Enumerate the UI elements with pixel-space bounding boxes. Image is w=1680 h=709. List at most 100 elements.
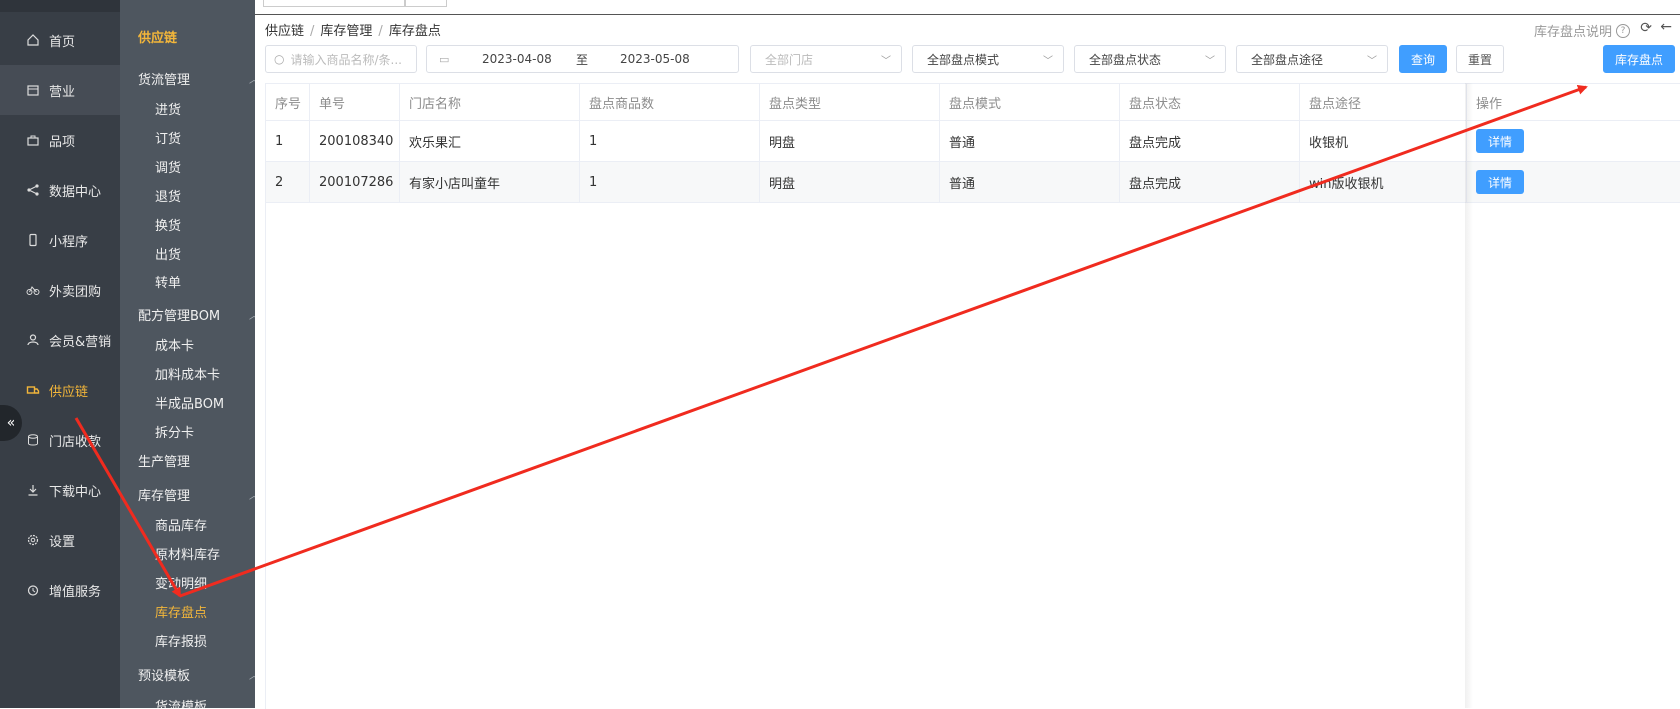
date-start[interactable]: 2023-04-08 <box>482 52 552 66</box>
column-header: 操作 <box>1476 96 1503 112</box>
truck-icon <box>25 382 41 398</box>
path-select[interactable]: 全部盘点途径 ﹀ <box>1236 45 1388 73</box>
search-icon: ○ <box>274 52 285 66</box>
subnav-item[interactable]: 加料成本卡 <box>120 361 255 385</box>
nav-item[interactable]: 供应链 <box>0 365 120 415</box>
help-label[interactable]: 库存盘点说明 <box>1534 21 1612 40</box>
nav-item[interactable]: 品项 <box>0 115 120 165</box>
search-placeholder: 请输入商品名称/条... <box>290 52 402 67</box>
reset-button[interactable]: 重置 <box>1456 45 1504 73</box>
table-cell: 明盘 <box>760 121 940 161</box>
table-cell: 2 <box>266 162 310 202</box>
nav-item[interactable]: 会员&营销 <box>0 315 120 365</box>
subnav-item[interactable]: 订货 <box>120 125 255 149</box>
subnav-label: 进货 <box>155 102 182 118</box>
primary-sidebar: 首页 营业 品项 数据中心 小程序 外卖团购 会员&营销 供应链 门店收款 下载中心 设置 增值服务 <box>0 0 120 708</box>
tab-fragment[interactable] <box>405 0 447 7</box>
subnav-label: 出货 <box>155 247 182 263</box>
breadcrumb-item[interactable]: 库存管理 <box>320 24 372 39</box>
stock-take-button[interactable]: 库存盘点 <box>1603 45 1675 73</box>
subnav-title: 供应链 <box>138 30 178 46</box>
secondary-sidebar: 供应链货流管理︿ 进货订货调货退货换货出货转单配方管理BOM︿ 成本卡加料成本卡半成… <box>120 0 255 708</box>
table-cell: 1 <box>266 121 310 161</box>
subnav-label: 商品库存 <box>155 518 208 534</box>
status-select[interactable]: 全部盘点状态 ﹀ <box>1074 45 1226 73</box>
top-tab-strip <box>255 0 1680 15</box>
nav-item-label: 品项 <box>49 134 76 150</box>
query-button[interactable]: 查询 <box>1399 45 1447 73</box>
table-cell: 详情 <box>1467 121 1661 161</box>
nav-item-label: 设置 <box>49 534 76 550</box>
subnav-item[interactable]: 生产管理 <box>120 448 255 472</box>
subnav-item[interactable]: 换货 <box>120 212 255 236</box>
main-content: 供应链 / 库存管理 / 库存盘点 库存盘点说明? ⟳ ← ○ 请输入商品名称/条...… <box>255 0 1680 709</box>
subnav-item[interactable]: 进货 <box>120 96 255 120</box>
chevron-down-icon: ﹀ <box>1205 56 1215 67</box>
subnav-item[interactable]: 商品库存 <box>120 512 255 536</box>
date-range-picker[interactable]: ▭ 2023-04-08 至 2023-05-08 <box>426 45 739 73</box>
nav-item[interactable]: 首页 <box>0 15 120 65</box>
user-icon <box>25 332 41 348</box>
breadcrumb-item[interactable]: 供应链 <box>265 24 304 39</box>
mode-select[interactable]: 全部盘点模式 ﹀ <box>912 45 1064 73</box>
chevron-down-icon: ﹀ <box>1043 56 1053 67</box>
nav-item[interactable]: 增值服务 <box>0 565 120 615</box>
detail-button[interactable]: 详情 <box>1476 170 1524 194</box>
subnav-group[interactable]: 配方管理BOM︿ <box>120 302 255 326</box>
question-icon[interactable]: ? <box>1616 23 1630 38</box>
nav-item-label: 外卖团购 <box>49 284 102 300</box>
subnav-item[interactable]: 原材料库存 <box>120 541 255 565</box>
nav-item-label: 小程序 <box>49 234 89 250</box>
subnav-group[interactable]: 库存管理︿ <box>120 482 255 506</box>
subnav-item[interactable]: 调货 <box>120 154 255 178</box>
nav-item-label: 营业 <box>49 84 76 100</box>
nav-item-label: 增值服务 <box>49 584 102 600</box>
subnav-item[interactable]: 变动明细 <box>120 570 255 594</box>
subnav-label: 成本卡 <box>155 338 195 354</box>
nav-item[interactable]: 数据中心 <box>0 165 120 215</box>
table-cell: 普通 <box>940 121 1120 161</box>
subnav-label: 拆分卡 <box>155 425 195 441</box>
nav-item-label: 下载中心 <box>49 484 102 500</box>
date-end[interactable]: 2023-05-08 <box>620 52 690 66</box>
nav-item-label: 首页 <box>49 34 76 50</box>
store-select[interactable]: 全部门店 ﹀ <box>750 45 902 73</box>
subnav-item[interactable]: 转单 <box>120 269 255 293</box>
mode-select-value: 全部盘点模式 <box>927 52 1000 67</box>
subnav-group[interactable]: 货流管理︿ <box>120 66 255 90</box>
help-link[interactable]: 库存盘点说明? <box>1534 21 1630 40</box>
subnav-item[interactable]: 库存报损 <box>120 628 255 652</box>
column-header: 盘点状态 <box>1120 84 1300 120</box>
collapse-icon: « <box>6 415 16 431</box>
subnav-item[interactable]: 退货 <box>120 183 255 207</box>
calendar-icon: ▭ <box>439 52 450 66</box>
subnav-item[interactable]: 成本卡 <box>120 332 255 356</box>
table-cell: 收银机 <box>1300 121 1467 161</box>
nav-item-label: 会员&营销 <box>49 334 112 350</box>
nav-item[interactable]: 设置 <box>0 515 120 565</box>
date-separator: 至 <box>576 52 589 67</box>
subnav-item[interactable]: 出货 <box>120 241 255 265</box>
search-input[interactable]: ○ 请输入商品名称/条... <box>265 45 417 73</box>
table-cell: 普通 <box>940 162 1120 202</box>
subnav-label: 退货 <box>155 189 182 205</box>
subnav-item[interactable]: 拆分卡 <box>120 419 255 443</box>
tab-fragment[interactable] <box>263 0 405 7</box>
nav-item[interactable]: 营业 <box>0 65 120 115</box>
refresh-icon[interactable]: ⟳ <box>1640 20 1652 36</box>
nav-item[interactable]: 下载中心 <box>0 465 120 515</box>
subnav-group[interactable]: 预设模板︿ <box>120 662 255 686</box>
subnav-item[interactable]: 货流模板 <box>120 693 255 709</box>
subnav-label: 订货 <box>155 131 182 147</box>
subnav-label: 加料成本卡 <box>155 367 221 383</box>
breadcrumb: 供应链 / 库存管理 / 库存盘点 <box>265 24 441 39</box>
back-arrow-icon[interactable]: ← <box>1660 19 1672 35</box>
gear-icon <box>25 532 41 548</box>
nav-item[interactable]: 外卖团购 <box>0 265 120 315</box>
detail-button[interactable]: 详情 <box>1476 129 1524 153</box>
subnav-label: 调货 <box>155 160 182 176</box>
nav-item[interactable]: 小程序 <box>0 215 120 265</box>
subnav-item[interactable]: 库存盘点 <box>120 599 255 623</box>
subnav-item[interactable]: 半成品BOM <box>120 390 255 414</box>
sidebar-logo-strip <box>0 0 120 12</box>
